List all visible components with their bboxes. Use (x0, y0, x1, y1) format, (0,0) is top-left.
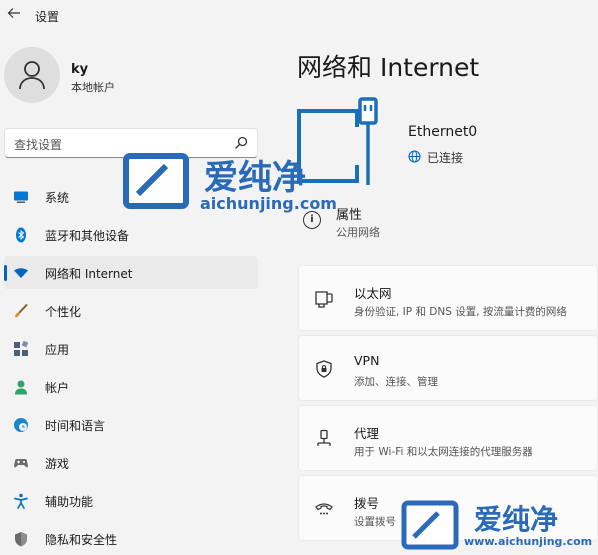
device-name: Ethernet0 (408, 124, 478, 140)
sidebar-item-accessibility[interactable]: 辅助功能 (4, 484, 258, 517)
app-title: 设置 (35, 10, 60, 24)
profile-account-type: 本地帐户 (71, 81, 115, 94)
card-title: 拨号 (354, 496, 380, 511)
sidebar-item-label: 应用 (45, 343, 70, 357)
sidebar-item-label: 游戏 (45, 457, 70, 471)
shield-icon (15, 532, 27, 547)
sidebar-item-time-language[interactable]: 时间和语言 (4, 408, 258, 441)
vpn-card[interactable]: VPN 添加、连接、管理 (298, 335, 598, 401)
sidebar-item-label: 网络和 Internet (45, 267, 133, 281)
sidebar-item-label: 系统 (45, 191, 70, 205)
sidebar-item-label: 帐户 (45, 381, 70, 395)
globe-icon (408, 150, 421, 163)
dialup-icon (315, 503, 333, 515)
proxy-icon (317, 429, 331, 446)
search-placeholder: 查找设置 (14, 138, 63, 152)
title-bar: 设置 (0, 0, 598, 32)
sidebar-item-label: 蓝牙和其他设备 (45, 229, 130, 243)
brush-icon (15, 303, 28, 318)
watermark-logo-bottom: 爱纯净 www.aichunjing.com (398, 497, 598, 554)
card-title: VPN (354, 353, 380, 368)
sidebar-item-privacy[interactable]: 隐私和安全性 (4, 522, 258, 555)
sidebar-item-network[interactable]: 网络和 Internet (4, 256, 258, 289)
account-icon (15, 380, 27, 395)
ethernet-card[interactable]: 以太网 身份验证, IP 和 DNS 设置, 按流量计费的网络 (298, 265, 598, 331)
watermark-url: www.aichunjing.com (464, 535, 593, 548)
sidebar-item-label: 辅助功能 (45, 495, 94, 509)
sidebar-item-gaming[interactable]: 游戏 (4, 446, 258, 479)
sidebar-item-label: 隐私和安全性 (45, 533, 118, 547)
sidebar-item-apps[interactable]: 应用 (4, 332, 258, 365)
sidebar-item-label: 个性化 (45, 305, 82, 319)
sidebar-item-accounts[interactable]: 帐户 (4, 370, 258, 403)
watermark-brand: 爱纯净 (204, 158, 306, 198)
globe-clock-icon (14, 418, 28, 432)
card-title: 以太网 (354, 286, 392, 301)
bluetooth-icon (16, 227, 26, 243)
card-subtitle: 设置拨号 (354, 516, 396, 528)
sidebar-item-label: 时间和语言 (45, 419, 106, 433)
card-title: 代理 (354, 426, 380, 441)
card-subtitle: 添加、连接、管理 (354, 376, 438, 388)
connection-status: 已连接 (427, 151, 464, 165)
watermark-url: aichunjing.com (200, 194, 337, 213)
sidebar-item-personalization[interactable]: 个性化 (4, 294, 258, 327)
avatar[interactable] (4, 47, 60, 103)
active-indicator (4, 265, 7, 281)
search-icon (235, 136, 248, 149)
vpn-shield-icon (316, 360, 332, 378)
person-icon (19, 61, 45, 90)
properties-subtitle: 公用网络 (336, 226, 380, 239)
system-display-icon (14, 191, 28, 203)
ethernet-icon (315, 291, 333, 308)
accessibility-icon (14, 493, 28, 509)
proxy-card[interactable]: 代理 用于 Wi-Fi 和以太网连接的代理服务器 (298, 405, 598, 471)
apps-icon (14, 341, 29, 356)
wifi-icon (14, 268, 28, 278)
profile-name: ky (71, 62, 89, 77)
watermark-logo: 爱纯净 aichunjing.com (120, 150, 350, 220)
watermark-logo-icon (123, 153, 189, 209)
back-arrow-icon[interactable] (4, 6, 24, 26)
card-subtitle: 用于 Wi-Fi 和以太网连接的代理服务器 (354, 446, 533, 458)
gamepad-icon (14, 459, 28, 468)
sidebar-item-bluetooth[interactable]: 蓝牙和其他设备 (4, 218, 258, 251)
watermark-brand: 爱纯净 (474, 503, 559, 536)
page-title: 网络和 Internet (297, 53, 480, 82)
watermark-logo-icon (401, 500, 459, 550)
card-subtitle: 身份验证, IP 和 DNS 设置, 按流量计费的网络 (354, 306, 567, 318)
